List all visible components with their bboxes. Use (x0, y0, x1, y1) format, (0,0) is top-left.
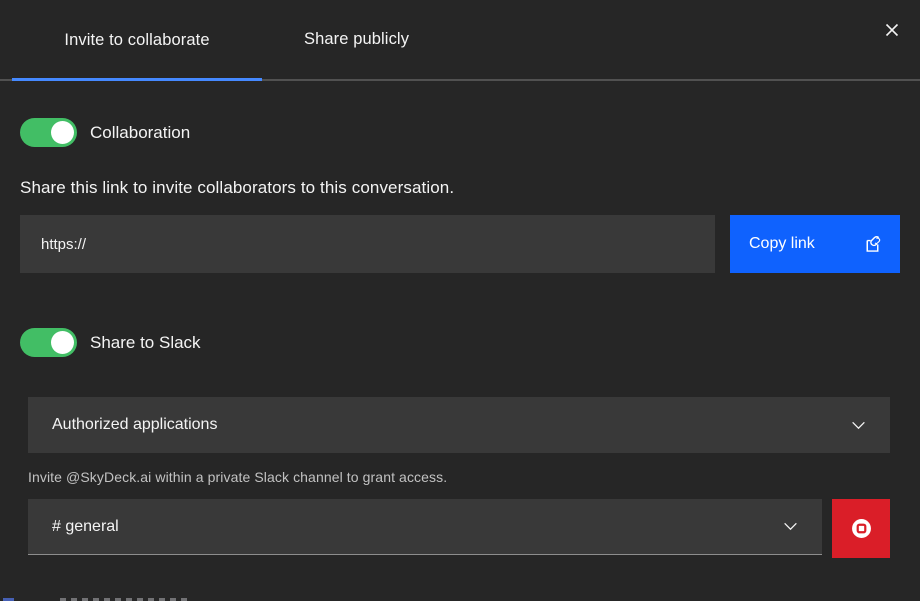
slack-toggle-row: Share to Slack (20, 328, 900, 357)
stop-icon (851, 518, 872, 539)
share-to-slack-toggle[interactable] (20, 328, 77, 357)
copy-link-button-label: Copy link (749, 235, 815, 253)
close-icon (884, 22, 900, 38)
chevron-down-icon (851, 421, 866, 430)
authorized-applications-dropdown[interactable]: Authorized applications (28, 397, 890, 453)
clipped-bottom-content (0, 596, 920, 601)
dialog-body: Collaboration Share this link to invite … (0, 118, 920, 558)
toggle-knob (51, 121, 74, 144)
share-to-slack-toggle-label: Share to Slack (90, 333, 201, 353)
copy-link-button[interactable]: Copy link (730, 215, 900, 273)
stop-sharing-button[interactable] (832, 499, 890, 558)
toggle-knob (51, 331, 74, 354)
collaboration-toggle-row: Collaboration (20, 118, 900, 147)
tab-invite-to-collaborate[interactable]: Invite to collaborate (12, 2, 262, 81)
slack-channel-row: # general (28, 499, 890, 558)
slack-channel-value: # general (52, 518, 119, 536)
share-link-description: Share this link to invite collaborators … (20, 178, 900, 198)
slack-helper-text: Invite @SkyDeck.ai within a private Slac… (28, 469, 890, 485)
copy-link-icon (862, 234, 883, 255)
slack-section: Authorized applications Invite @SkyDeck.… (28, 397, 890, 558)
tab-label: Share publicly (304, 30, 409, 49)
share-link-input[interactable] (20, 215, 715, 273)
close-button[interactable] (878, 16, 906, 44)
chevron-down-icon (783, 522, 798, 531)
collaboration-toggle-label: Collaboration (90, 123, 190, 143)
dialog-tab-bar: Invite to collaborate Share publicly (0, 0, 920, 81)
share-link-row: Copy link (20, 215, 900, 273)
slack-channel-dropdown[interactable]: # general (28, 499, 822, 555)
tab-share-publicly[interactable]: Share publicly (262, 0, 451, 79)
tab-label: Invite to collaborate (64, 31, 209, 50)
authorized-applications-value: Authorized applications (52, 416, 217, 434)
collaboration-toggle[interactable] (20, 118, 77, 147)
